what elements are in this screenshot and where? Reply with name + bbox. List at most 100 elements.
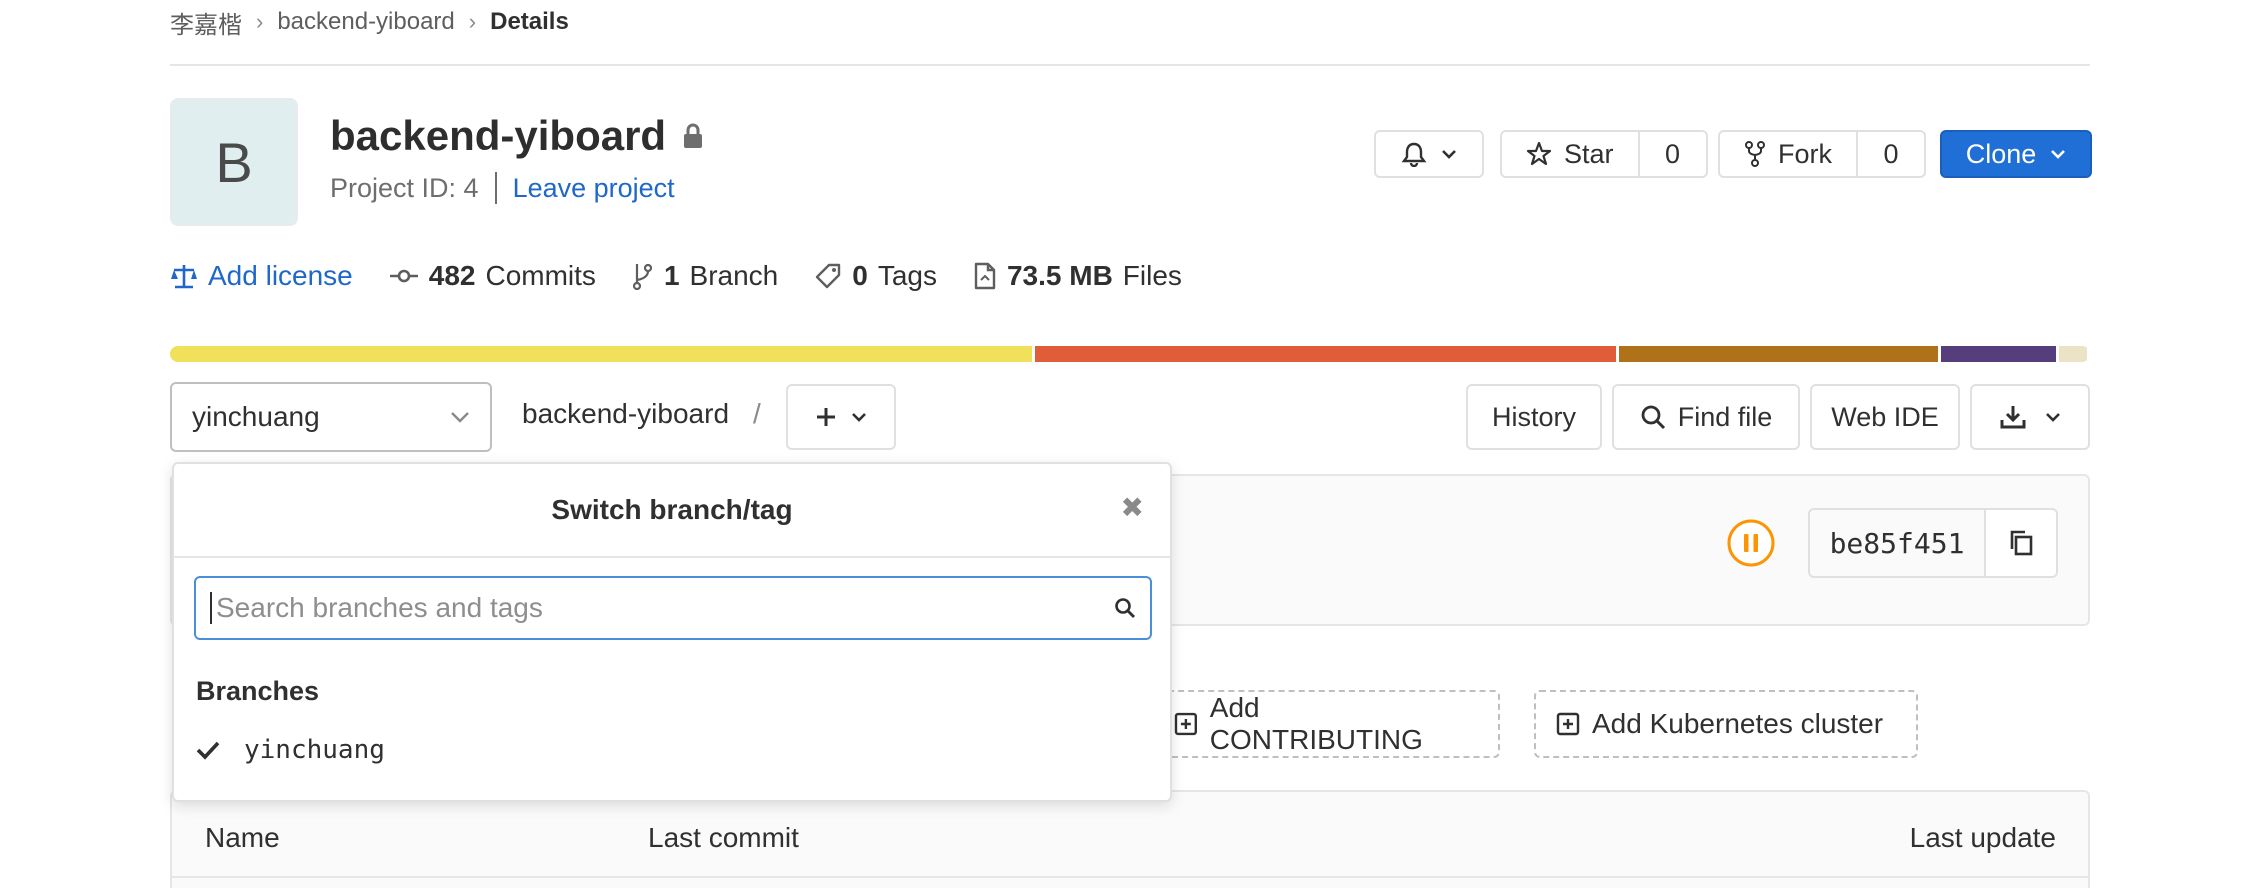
commits-label: Commits [485,260,596,291]
download-button[interactable] [1970,384,2090,450]
add-kubernetes-label: Add Kubernetes cluster [1592,708,1884,739]
commits-count: 482 [428,260,476,291]
project-avatar: B [170,98,298,226]
lock-icon [684,123,703,148]
divider [494,172,497,204]
plus-square-icon [1556,712,1580,736]
repository-languages-bar[interactable] [170,346,2090,362]
branches-section-label: Branches [196,676,320,706]
divider [170,876,2090,878]
clone-button[interactable]: Clone [1940,130,2092,178]
commit-sha-group: be85f451 [1808,508,2058,578]
star-label: Star [1564,138,1614,169]
star-button-group: Star 0 [1500,130,1708,178]
branch-selector[interactable]: yinchuang [170,382,492,452]
add-license-link[interactable]: Add license [170,260,353,292]
find-file-button[interactable]: Find file [1612,384,1800,450]
add-kubernetes-cluster-button[interactable]: Add Kubernetes cluster [1534,690,1918,758]
fork-label: Fork [1778,138,1832,169]
tags-label: Tags [877,260,937,291]
switch-branch-dropdown: Switch branch/tag ✖ Branches yinchuang [172,462,1172,802]
check-icon [196,741,220,760]
chevron-down-icon [451,412,469,423]
tag-icon [816,263,841,289]
commit-icon [389,269,418,283]
search-icon [1641,405,1665,430]
add-contributing-button[interactable]: Add CONTRIBUTING [1152,690,1500,758]
star-button[interactable]: Star [1500,130,1640,178]
language-segment[interactable] [170,346,1032,362]
star-count[interactable]: 0 [1639,130,1708,178]
file-tree-table [170,790,2090,888]
fork-button[interactable]: Fork [1718,130,1858,178]
web-ide-button[interactable]: Web IDE [1810,384,1960,450]
add-license-label: Add license [208,260,353,291]
chevron-down-icon [1442,150,1456,159]
scale-icon [171,265,197,289]
commit-sha[interactable]: be85f451 [1808,508,1986,578]
language-segment[interactable] [1034,346,1616,362]
breadcrumb-user[interactable]: 李嘉楷 [170,5,242,40]
branch-search-field[interactable] [194,576,1152,640]
commits-link[interactable]: 482 Commits [389,260,596,292]
chevron-right-icon: › [256,9,264,34]
fork-button-group: Fork 0 [1718,130,1926,178]
fork-count[interactable]: 0 [1858,130,1926,178]
files-label: Files [1122,260,1182,291]
files-size: 73.5 MB [1006,260,1113,291]
notification-button[interactable] [1374,130,1484,178]
language-segment[interactable] [2059,346,2087,362]
find-file-label: Find file [1677,401,1773,432]
search-icon [1115,598,1135,618]
project-title: backend-yiboard [330,112,704,160]
repo-root-link[interactable]: backend-yiboard [522,398,729,430]
dropdown-title: Switch branch/tag [551,494,793,525]
breadcrumb-current[interactable]: Details [490,8,569,36]
project-stats: Add license 482 Commits 1 Branch 0 Tags [170,256,1218,296]
leave-project-link[interactable]: Leave project [513,173,675,204]
branch-search-input[interactable] [210,592,1114,624]
bell-icon [1401,142,1427,167]
divider [170,64,2090,66]
download-icon [2000,406,2026,429]
tags-link[interactable]: 0 Tags [814,260,937,292]
branch-item-label: yinchuang [244,735,385,765]
chevron-down-icon [852,413,866,422]
files-link[interactable]: 73.5 MB Files [973,260,1182,292]
pipeline-paused-icon[interactable] [1726,518,1776,568]
fork-icon [1745,141,1765,167]
branches-link[interactable]: 1 Branch [632,260,778,292]
add-contributing-label: Add CONTRIBUTING [1209,692,1423,755]
column-header-last-commit: Last commit [648,822,799,853]
project-subtitle: Project ID: 4 Leave project [330,172,675,204]
add-to-tree-dropdown[interactable] [786,384,896,450]
language-segment[interactable] [1940,346,2057,362]
repo-path: backend-yiboard / [522,398,761,430]
history-button[interactable]: History [1466,384,1602,450]
breadcrumb-project[interactable]: backend-yiboard [277,8,454,36]
column-header-name: Name [205,822,280,853]
breadcrumb: 李嘉楷 › backend-yiboard › Details [170,4,569,40]
star-icon [1526,141,1552,166]
language-segment[interactable] [1618,346,1938,362]
project-name: backend-yiboard [330,112,667,159]
plus-icon [817,408,835,426]
chevron-down-icon [2051,150,2066,159]
copy-sha-button[interactable] [1986,508,2058,578]
branch-item-yinchuang[interactable]: yinchuang [196,726,385,774]
copy-icon [2010,530,2033,556]
branch-icon [632,263,653,290]
chevron-right-icon: › [468,9,477,34]
file-icon [974,262,996,290]
plus-square-icon [1174,712,1197,736]
project-id: Project ID: 4 [330,172,479,203]
chevron-down-icon [2046,413,2060,422]
divider [174,556,1170,558]
column-header-last-update: Last update [1909,822,2056,853]
branch-count: 1 [663,260,680,291]
branch-selector-value: yinchuang [192,401,320,432]
tags-count: 0 [852,260,868,291]
clone-label: Clone [1965,138,2037,169]
branch-label: Branch [689,260,779,291]
close-icon[interactable]: ✖ [1121,494,1144,522]
